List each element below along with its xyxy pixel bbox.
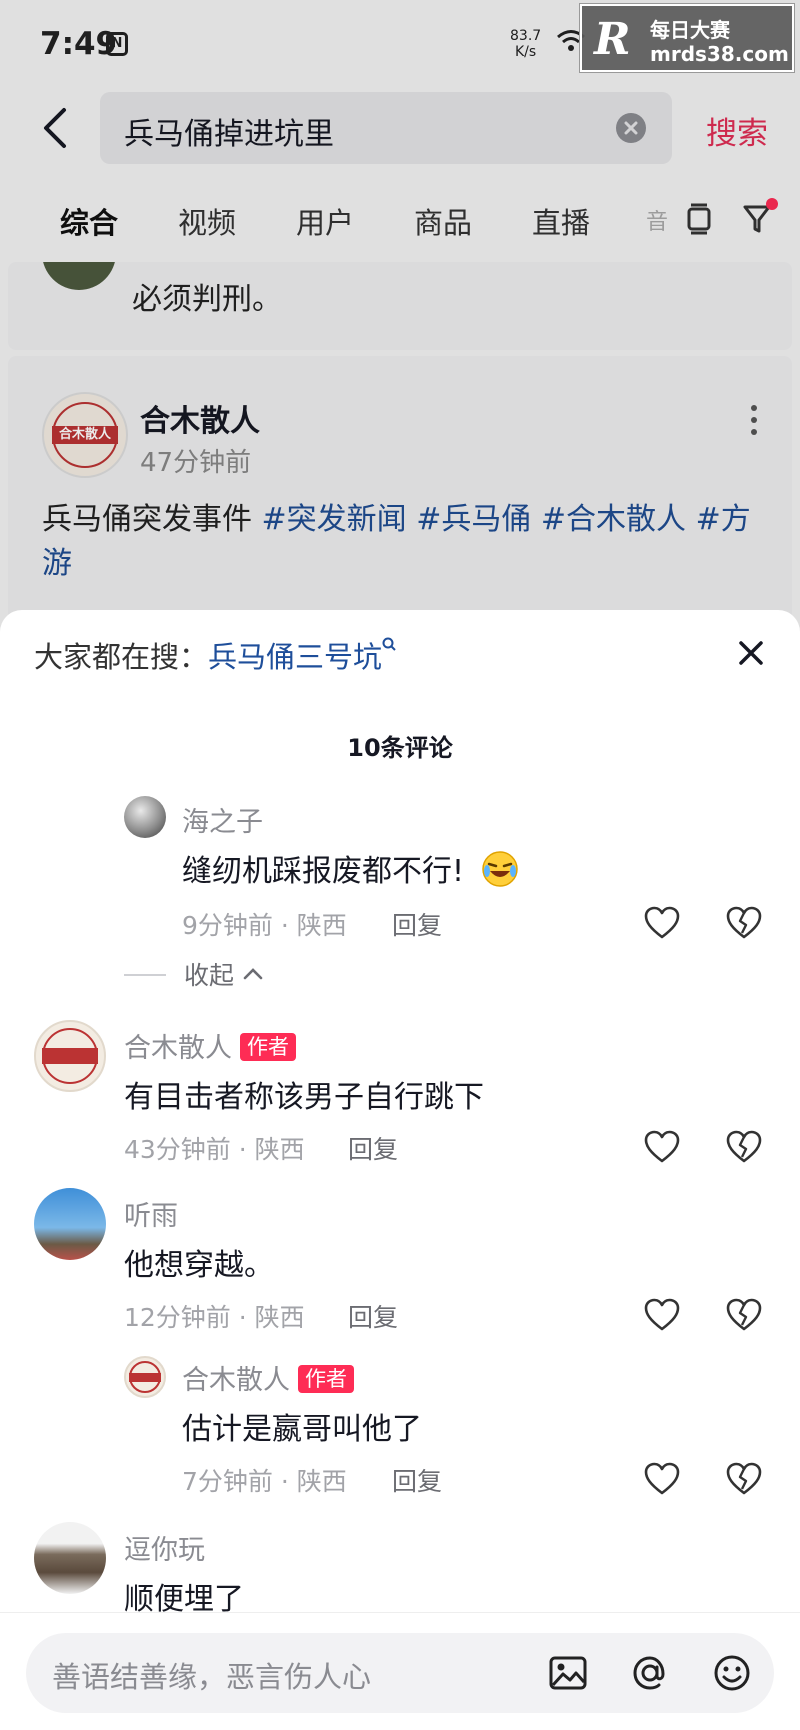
author-badge: 作者 (240, 1033, 296, 1061)
comment-text-content: 缝纫机踩报废都不行! (182, 854, 465, 889)
seal-logo (42, 1028, 98, 1084)
overlay-dim[interactable] (0, 0, 800, 640)
comment-item: 合木散人 作者 估计是嬴哥叫他了 7分钟前 · 陕西 回复 (0, 1348, 800, 1498)
comment-item: 海之子 缝纫机踩报废都不行! 9分钟前 · 陕西 回复 (0, 796, 800, 956)
comment-meta: 12分钟前 · 陕西 (124, 1298, 305, 1334)
comment-time: 43分钟前 (124, 1135, 231, 1164)
comment-meta: 7分钟前 · 陕西 (182, 1462, 347, 1498)
comment-item: 听雨 他想穿越。 12分钟前 · 陕西 回复 (0, 1188, 800, 1338)
avatar[interactable] (34, 1522, 106, 1594)
watermark-url: mrds38.com (650, 42, 789, 66)
comment-author[interactable]: 合木散人 作者 (124, 1026, 296, 1065)
comment-sheet: 大家都在搜：兵马俑三号坑 10条评论 海之子 缝纫机踩报废都不行! 9分钟前 ·… (0, 610, 800, 1730)
comment-location: 陕西 (254, 1135, 305, 1164)
avatar[interactable] (34, 1188, 106, 1260)
comment-author[interactable]: 海之子 (182, 800, 263, 839)
comment-author[interactable]: 合木散人 作者 (182, 1358, 354, 1397)
hot-search-row: 大家都在搜：兵马俑三号坑 (34, 634, 398, 678)
comment-input-placeholder: 善语结善缘，恶言伤人心 (52, 1660, 372, 1694)
like-heart-icon[interactable] (644, 1130, 680, 1164)
comment-input-bar: 善语结善缘，恶言伤人心 (0, 1612, 800, 1730)
hot-search-prefix: 大家都在搜： (34, 640, 209, 674)
comment-text: 估计是嬴哥叫他了 (182, 1412, 422, 1447)
mention-icon[interactable] (630, 1653, 670, 1693)
comment-meta: 9分钟前 · 陕西 (182, 906, 347, 942)
laughing-emoji-icon (481, 851, 518, 887)
dislike-broken-heart-icon[interactable] (726, 1298, 762, 1332)
comment-text: 有目击者称该男子自行跳下 (124, 1080, 484, 1115)
search-icon (382, 637, 396, 651)
meta-separator: · (280, 911, 289, 940)
comment-time: 7分钟前 (182, 1467, 273, 1496)
reply-button[interactable]: 回复 (348, 1298, 398, 1334)
emoji-icon[interactable] (712, 1653, 752, 1693)
seal-logo (129, 1361, 161, 1393)
meta-separator: · (238, 1135, 247, 1164)
comment-text: 缝纫机踩报废都不行! (182, 846, 520, 890)
reply-button[interactable]: 回复 (348, 1130, 398, 1166)
avatar[interactable] (124, 796, 166, 838)
collapse-label: 收起 (184, 956, 264, 992)
avatar[interactable] (34, 1020, 106, 1092)
meta-separator: · (238, 1303, 247, 1332)
comment-location: 陕西 (254, 1303, 305, 1332)
watermark-logo: R (594, 14, 631, 65)
divider (124, 974, 166, 976)
comment-author[interactable]: 听雨 (124, 1194, 178, 1233)
dislike-broken-heart-icon[interactable] (726, 1130, 762, 1164)
comment-location: 陕西 (296, 1467, 347, 1496)
comment-text: 他想穿越。 (124, 1248, 274, 1283)
comment-meta: 43分钟前 · 陕西 (124, 1130, 305, 1166)
avatar[interactable] (124, 1356, 166, 1398)
dislike-broken-heart-icon[interactable] (726, 906, 762, 940)
like-heart-icon[interactable] (644, 906, 680, 940)
comment-time: 9分钟前 (182, 911, 273, 940)
watermark: R 每日大赛 mrds38.com (579, 3, 795, 73)
comment-count: 10条评论 (347, 734, 453, 762)
like-heart-icon[interactable] (644, 1462, 680, 1496)
like-heart-icon[interactable] (644, 1298, 680, 1332)
meta-separator: · (280, 1467, 289, 1496)
author-badge: 作者 (298, 1365, 354, 1393)
reply-button[interactable]: 回复 (392, 906, 442, 942)
comment-input[interactable]: 善语结善缘，恶言伤人心 (26, 1633, 774, 1713)
watermark-title: 每日大赛 (650, 18, 730, 42)
comment-location: 陕西 (296, 911, 347, 940)
comment-time: 12分钟前 (124, 1303, 231, 1332)
dislike-broken-heart-icon[interactable] (726, 1462, 762, 1496)
comment-author[interactable]: 逗你玩 (124, 1528, 205, 1567)
comment-item: 合木散人 作者 有目击者称该男子自行跳下 43分钟前 · 陕西 回复 (0, 1020, 800, 1170)
chevron-up-icon (243, 968, 263, 980)
comment-item: 逗你玩 顺便埋了 (0, 1522, 800, 1618)
search-results-page: 7:49 N 83.7 K/s 兵马俑掉进坑里 搜索 综合 视频 用户 商品 直 (0, 0, 800, 656)
close-icon[interactable] (734, 636, 768, 670)
image-icon[interactable] (548, 1653, 588, 1693)
hot-search-link[interactable]: 兵马俑三号坑 (208, 640, 382, 674)
reply-button[interactable]: 回复 (392, 1462, 442, 1498)
